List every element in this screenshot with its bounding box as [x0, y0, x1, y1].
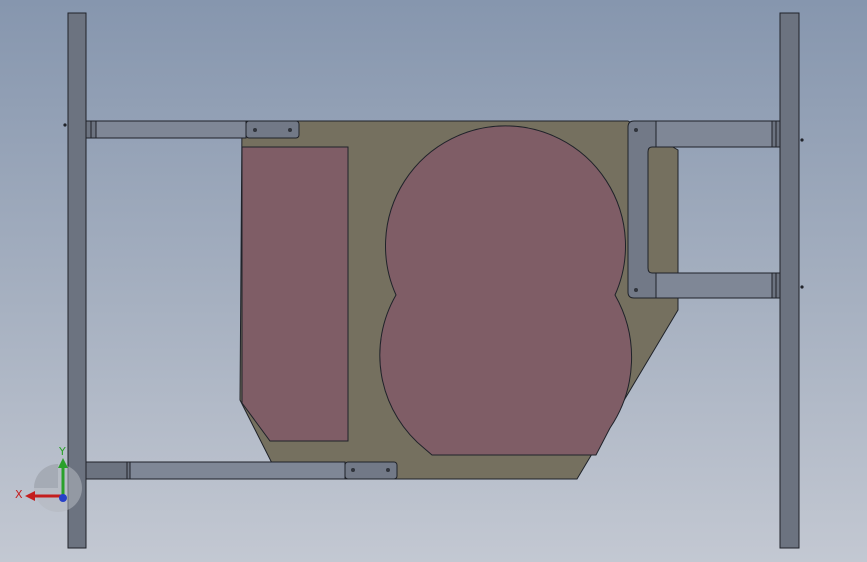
x-axis-label: X — [15, 488, 23, 501]
y-axis-label: Y — [58, 445, 66, 458]
rail-fastener — [63, 123, 67, 127]
top-left-bar[interactable] — [85, 120, 300, 139]
bolt-hole — [351, 468, 355, 472]
right-lower-bar[interactable] — [655, 272, 781, 299]
y-axis-arrow-icon — [58, 458, 68, 468]
cad-model-view: Y X — [15, 12, 804, 549]
rectangular-cutout[interactable] — [241, 146, 349, 442]
z-axis-origin — [59, 494, 67, 502]
bolt-hole — [288, 128, 292, 132]
bolt-hole — [634, 128, 638, 132]
double-circle-cutout[interactable] — [379, 125, 633, 456]
rail-fastener — [800, 285, 804, 289]
cad-viewport[interactable]: Y X — [0, 0, 867, 562]
rail-fastener — [800, 138, 804, 142]
x-axis-arrow-icon — [25, 491, 35, 501]
bolt-hole — [253, 128, 257, 132]
right-vertical-rail[interactable] — [779, 12, 800, 549]
bottom-left-bar[interactable] — [85, 461, 398, 480]
bolt-hole — [386, 468, 390, 472]
bolt-hole — [634, 288, 638, 292]
right-upper-bar[interactable] — [655, 120, 781, 148]
triad-sphere-shade — [34, 464, 58, 488]
